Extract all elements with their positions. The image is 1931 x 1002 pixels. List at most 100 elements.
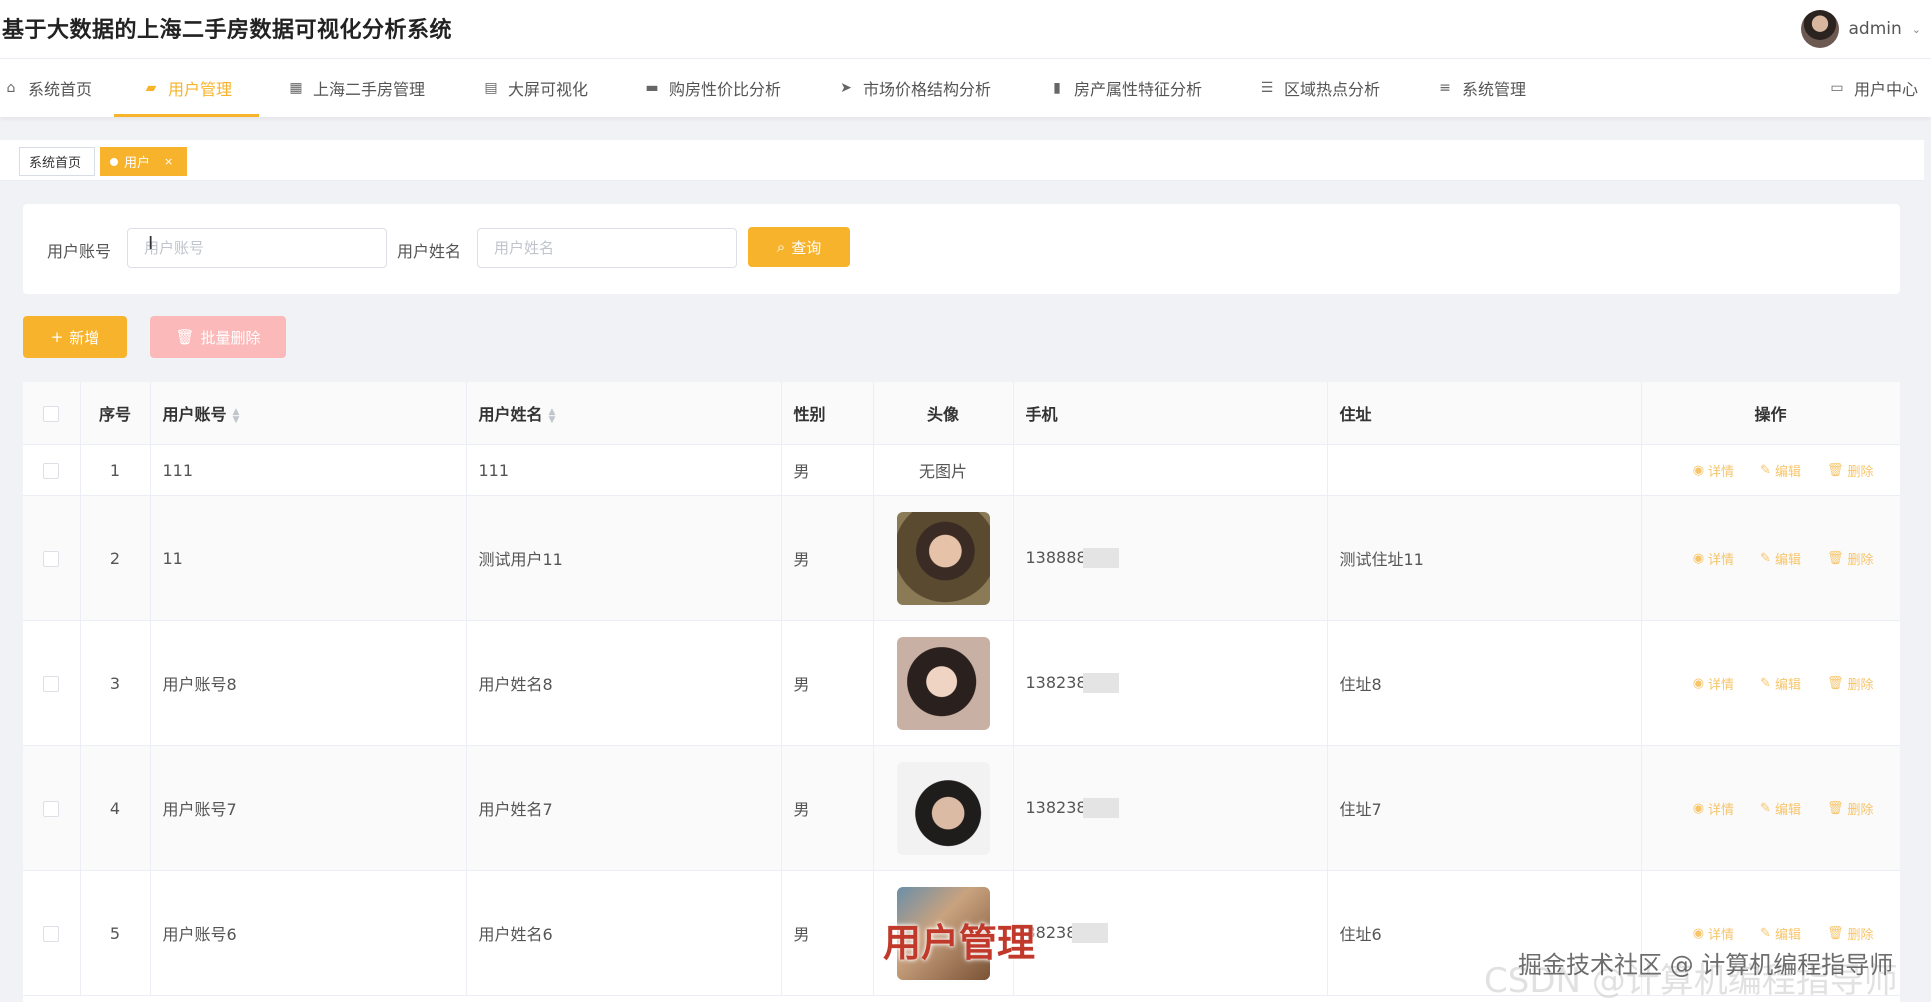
detail-label: 详情: [1708, 677, 1735, 693]
pencil-icon: ✎: [1760, 462, 1771, 478]
phone-text: 138238: [1025, 672, 1087, 692]
account-search-input[interactable]: [127, 228, 387, 268]
edit-label: 编辑: [1774, 802, 1801, 818]
edit-label: 编辑: [1774, 927, 1801, 943]
cell-gender: 男: [781, 745, 874, 871]
delete-label: 删除: [1847, 802, 1874, 818]
phone-text: 138238: [1025, 797, 1087, 817]
nav-active-indicator: [114, 114, 259, 117]
eye-icon: ◉: [1692, 462, 1705, 478]
nav-item-price-structure[interactable]: ➤ 市场价格结构分析: [837, 59, 991, 117]
cell-ops: ◉ 详情 ✎ 编辑 🗑 删除: [1641, 444, 1900, 496]
detail-button[interactable]: ◉ 详情: [1693, 674, 1734, 693]
edit-button[interactable]: ✎ 编辑: [1760, 799, 1801, 818]
nav-label: 系统首页: [28, 80, 93, 99]
delete-label: 删除: [1847, 677, 1874, 693]
select-all-checkbox[interactable]: [43, 406, 60, 422]
query-button[interactable]: ⌕ 查询: [748, 227, 850, 267]
cell-name: 用户姓名7: [466, 745, 782, 871]
detail-button[interactable]: ◉ 详情: [1693, 924, 1734, 943]
nav-item-housing-management[interactable]: ▦ 上海二手房管理: [287, 59, 425, 117]
edit-button[interactable]: ✎ 编辑: [1760, 549, 1801, 568]
cell-name: 111: [466, 444, 782, 496]
nav-label: 大屏可视化: [508, 80, 589, 99]
avatar-image[interactable]: [896, 761, 990, 855]
nav-item-home[interactable]: ⌂ 系统首页: [2, 59, 92, 117]
delete-button[interactable]: 🗑 删除: [1827, 924, 1874, 943]
edit-button[interactable]: ✎ 编辑: [1760, 461, 1801, 480]
trash-icon: 🗑: [1826, 550, 1844, 566]
avatar-image[interactable]: [896, 636, 990, 730]
account-label: 用户账号: [47, 242, 112, 261]
edit-label: 编辑: [1774, 464, 1801, 480]
cell-phone: [1013, 444, 1328, 496]
name-search-input[interactable]: [477, 228, 737, 268]
nav-item-property-features[interactable]: ▮ 房产属性特征分析: [1048, 59, 1202, 117]
cell-address: 住址8: [1327, 620, 1642, 746]
nav-label: 购房性价比分析: [669, 80, 782, 99]
tab-user[interactable]: 用户 ×: [100, 147, 187, 176]
cell-name: 用户姓名8: [466, 620, 782, 746]
cell-account: 11: [150, 495, 467, 621]
cell-ops: ◉ 详情 ✎ 编辑 🗑 删除: [1641, 745, 1900, 871]
cell-address: [1327, 444, 1642, 496]
row-checkbox[interactable]: [43, 551, 60, 567]
user-menu[interactable]: admin ⌄: [1800, 7, 1921, 51]
avatar-image[interactable]: [896, 511, 990, 605]
detail-label: 详情: [1708, 464, 1735, 480]
delete-button[interactable]: 🗑 删除: [1827, 674, 1874, 693]
cell-index: 5: [80, 870, 151, 996]
add-button[interactable]: + 新增: [23, 316, 127, 358]
nav-label: 上海二手房管理: [313, 80, 426, 99]
row-checkbox[interactable]: [43, 463, 60, 479]
trash-icon: 🗑: [1826, 925, 1844, 941]
sort-icon[interactable]: ▲ ▼: [233, 407, 240, 424]
nav-item-big-screen[interactable]: ▤ 大屏可视化: [482, 59, 588, 117]
list-icon: ≡: [1439, 80, 1451, 96]
row-checkbox[interactable]: [43, 926, 60, 942]
table-row: 1 111 111 男 无图片 ◉ 详情 ✎ 编辑 🗑 删除: [23, 444, 1900, 496]
cell-account: 用户账号6: [150, 870, 467, 996]
nav-label: 用户管理: [168, 80, 233, 99]
app-title: 基于大数据的上海二手房数据可视化分析系统: [2, 18, 453, 43]
eye-icon: ◉: [1692, 550, 1705, 566]
nav-label: 区域热点分析: [1284, 80, 1381, 99]
detail-button[interactable]: ◉ 详情: [1693, 461, 1734, 480]
sort-icon[interactable]: ▲ ▼: [549, 407, 556, 424]
row-checkbox[interactable]: [43, 801, 60, 817]
eye-icon: ◉: [1692, 800, 1705, 816]
send-icon: ➤: [840, 80, 852, 96]
header-name[interactable]: 用户姓名 ▲ ▼: [466, 382, 782, 445]
detail-button[interactable]: ◉ 详情: [1693, 549, 1734, 568]
edit-button[interactable]: ✎ 编辑: [1760, 674, 1801, 693]
table-header: 序号 用户账号 ▲ ▼ 用户姓名 ▲ ▼ 性别 头像 手机 住址 操作: [23, 382, 1900, 445]
edit-button[interactable]: ✎ 编辑: [1760, 924, 1801, 943]
nav-item-value-analysis[interactable]: ▬ 购房性价比分析: [643, 59, 781, 117]
plus-icon: +: [50, 328, 64, 346]
nav-item-user-management[interactable]: ▰ 用户管理: [142, 59, 232, 117]
chevron-down-icon[interactable]: ⌄: [1912, 23, 1921, 36]
nav-item-region-hotspot[interactable]: ☰ 区域热点分析: [1258, 59, 1380, 117]
delete-button[interactable]: 🗑 删除: [1827, 461, 1874, 480]
table-row: 4 用户账号7 用户姓名7 男 138238 住址7 ◉ 详情 ✎ 编辑 🗑 删除: [23, 745, 1900, 871]
user-name[interactable]: admin: [1849, 19, 1902, 39]
cell-phone: 138238: [1013, 620, 1328, 746]
trash-icon: 🗑: [1826, 675, 1844, 691]
delete-button[interactable]: 🗑 删除: [1827, 549, 1874, 568]
batch-delete-button[interactable]: 🗑 批量删除: [150, 316, 286, 358]
cell-gender: 男: [781, 444, 874, 496]
nav-item-user-center[interactable]: ▭ 用户中心: [1828, 59, 1918, 117]
trash-icon: 🗑: [1826, 462, 1844, 478]
detail-button[interactable]: ◉ 详情: [1693, 799, 1734, 818]
user-avatar[interactable]: [1800, 10, 1839, 48]
delete-button[interactable]: 🗑 删除: [1827, 799, 1874, 818]
header-account[interactable]: 用户账号 ▲ ▼: [150, 382, 467, 445]
close-icon[interactable]: ×: [164, 155, 173, 168]
cell-gender: 男: [781, 870, 874, 996]
row-select-cell: [23, 745, 81, 871]
tab-home[interactable]: 系统首页: [19, 147, 95, 176]
row-checkbox[interactable]: [43, 676, 60, 692]
cell-phone: 38238: [1013, 870, 1328, 996]
cell-gender: 男: [781, 620, 874, 746]
nav-item-system-management[interactable]: ≡ 系统管理: [1436, 59, 1526, 117]
